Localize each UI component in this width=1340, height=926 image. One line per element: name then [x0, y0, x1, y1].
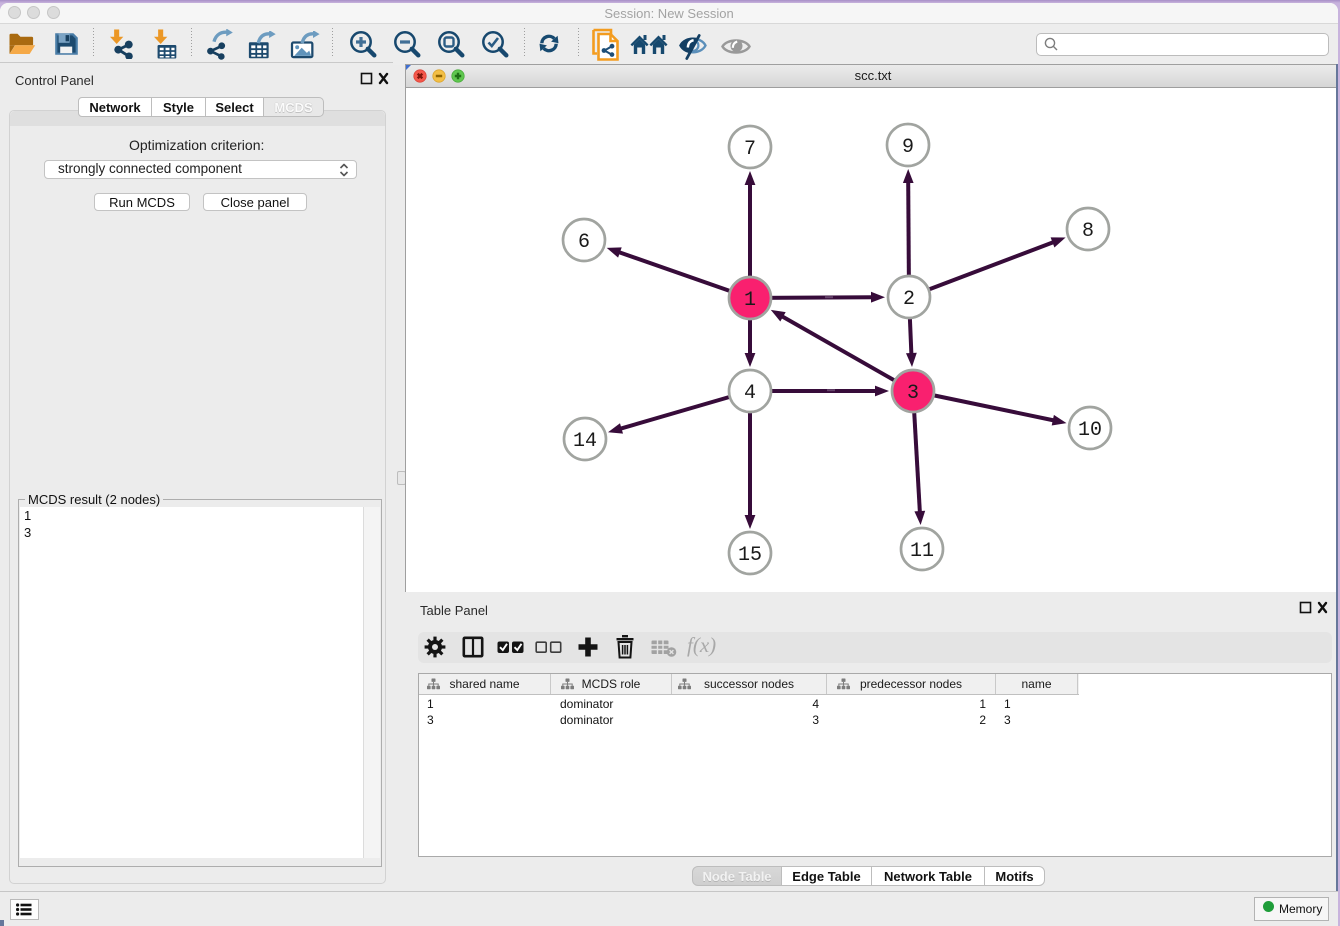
svg-text:9: 9	[902, 136, 914, 159]
svg-text:14: 14	[573, 430, 597, 453]
svg-text:2: 2	[903, 288, 915, 311]
svg-text:15: 15	[738, 544, 762, 567]
svg-text:10: 10	[1078, 419, 1102, 442]
svg-text:6: 6	[578, 231, 590, 254]
svg-text:8: 8	[1082, 220, 1094, 243]
svg-text:11: 11	[910, 540, 934, 563]
svg-text:1: 1	[744, 289, 756, 312]
svg-text:7: 7	[744, 138, 756, 161]
svg-text:4: 4	[744, 382, 756, 405]
svg-text:3: 3	[907, 382, 919, 405]
